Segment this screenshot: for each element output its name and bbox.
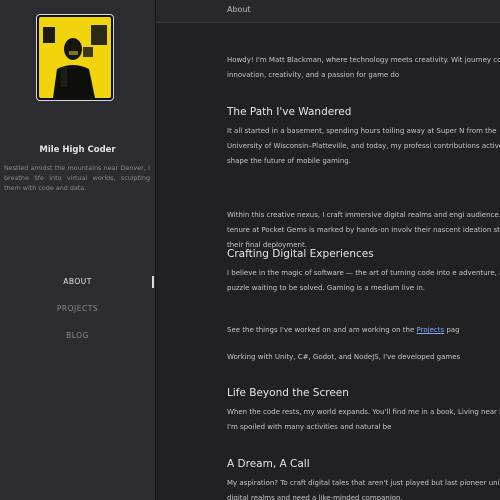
section-paragraph: Within this creative nexus, I craft imme… [227,211,500,249]
section-paragraph: It all started in a basement, spending h… [227,127,500,165]
projects-paragraph: See the things I've worked on and am wor… [227,323,500,338]
site-description: Nestled amidst the mountains near Denver… [4,164,150,192]
projects-link[interactable]: Projects [417,326,445,334]
profile-photo [39,17,111,98]
section-paragraph: My aspiration? To craft digital tales th… [227,479,500,500]
sidebar: Mile High Coder Nestled amidst the mount… [0,0,156,500]
section-heading: Crafting Digital Experiences [227,248,374,260]
site-title: Mile High Coder [39,145,116,155]
avatar[interactable] [36,14,114,101]
active-nav-indicator [152,276,154,288]
nav-item-projects[interactable]: PROJECTS [0,303,155,330]
projects-text-after: pag [444,326,460,334]
nav-item-label: PROJECTS [56,304,99,313]
section-heading: Life Beyond the Screen [227,387,349,399]
nav-item-blog[interactable]: BLOG [0,330,155,357]
section-heading: The Path I've Wandered [227,106,352,118]
sidebar-nav: ABOUT PROJECTS BLOG [0,276,155,357]
nav-item-label: BLOG [66,331,89,340]
section-paragraph: When the code rests, my world expands. Y… [227,408,500,431]
nav-item-label: ABOUT [63,277,92,286]
main-content: Howdy! I'm Matt Blackman, where technolo… [227,0,500,500]
intro-paragraph: Howdy! I'm Matt Blackman, where technolo… [227,56,500,79]
section-heading: A Dream, A Call [227,458,310,470]
nav-item-about[interactable]: ABOUT [0,276,155,303]
tools-paragraph: Working with Unity, C#, Godot, and NodeJ… [227,353,461,361]
projects-text-before: See the things I've worked on and am wor… [227,326,417,334]
section-paragraph: I believe in the magic of software — the… [227,269,500,292]
